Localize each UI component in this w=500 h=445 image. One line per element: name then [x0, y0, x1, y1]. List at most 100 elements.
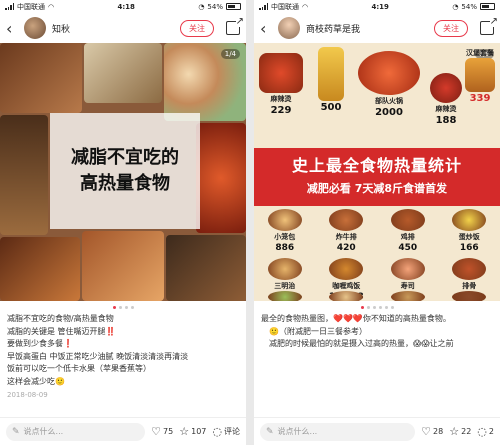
carousel-dot	[384, 306, 388, 309]
battery-percent: 54%	[207, 2, 223, 11]
pen-icon: ✎	[12, 426, 20, 437]
carousel-dot	[372, 306, 376, 309]
follow-button[interactable]: 关注	[434, 19, 468, 37]
share-icon[interactable]	[480, 17, 498, 35]
like-count: 28	[433, 427, 444, 436]
food-item	[320, 291, 374, 301]
food-picture	[390, 258, 425, 280]
food-picture	[267, 258, 302, 280]
comment-placeholder: 说点什么...	[23, 427, 64, 436]
note-line: 这样会减少吃🙂	[7, 376, 65, 386]
food-photo	[0, 115, 48, 235]
food-picture	[358, 51, 420, 95]
food-picture	[465, 58, 495, 92]
comment-input[interactable]: ✎ 说点什么...	[260, 422, 416, 441]
banner-title: 史上最全食物热量统计	[291, 156, 462, 175]
author-name[interactable]: 商枝药草是我	[306, 22, 428, 35]
back-arrow-icon[interactable]: ‹	[6, 19, 18, 38]
pen-icon: ✎	[266, 426, 274, 437]
food-calories: 229	[270, 105, 292, 116]
food-name: 排骨	[462, 282, 477, 290]
food-name: 部队火锅	[375, 97, 403, 105]
food-photo	[0, 43, 82, 113]
food-photo	[84, 43, 162, 103]
note-body: 减脂不宜吃的食物/高热量食物 减脂的关键是 管住嘴迈开腿‼️ 要做到少食多餐❗ …	[0, 309, 246, 402]
food-item: 炸牛排 420	[320, 209, 374, 253]
carrier-label: 中国联通	[17, 2, 45, 11]
alarm-icon: ◔	[198, 2, 205, 11]
food-item	[258, 291, 312, 301]
heart-icon: ♡	[421, 425, 432, 438]
food-calories: 500	[320, 102, 342, 113]
right-note-screen: 中国联通 ◠ 4:19 ◔ 54% ‹ 商枝药草是我 关注 1/8 麻辣烫 22…	[254, 0, 500, 445]
food-calories: 188	[435, 115, 457, 126]
signal-icon	[259, 3, 268, 10]
food-picture	[452, 291, 487, 301]
author-avatar[interactable]	[24, 17, 46, 39]
author-name[interactable]: 知秋	[52, 22, 174, 35]
food-picture	[329, 291, 364, 301]
collect-button[interactable]: ☆ 22	[449, 426, 471, 437]
note-header: ‹ 知秋 关注	[0, 13, 246, 43]
comment-button[interactable]: ◌ 2	[477, 426, 494, 437]
share-icon[interactable]	[226, 17, 244, 35]
food-name: 三明治	[274, 282, 296, 290]
carrier-label: 中国联通	[271, 2, 299, 11]
food-photo	[196, 123, 246, 233]
like-button[interactable]: ♡ 75	[151, 426, 173, 437]
note-line: 最全的食物热量图，❤️❤️❤️你不知道的高热量食物。	[261, 314, 451, 323]
note-line: 饭前可以吃一个低卡水果（苹果香蕉等）	[7, 364, 151, 373]
food-item: 鸡排 450	[381, 209, 435, 253]
comment-input[interactable]: ✎ 说点什么...	[6, 422, 146, 441]
star-icon: ☆	[449, 425, 460, 438]
food-name: 麻辣烫	[435, 105, 457, 113]
food-picture	[259, 53, 303, 93]
food-name: 小笼包	[274, 233, 296, 241]
follow-button[interactable]: 关注	[180, 19, 214, 37]
title-banner: 史上最全食物热量统计 减肥必看 7天减8斤食谱首发	[254, 148, 500, 206]
status-bar: 中国联通 ◠ 4:19 ◔ 54%	[254, 0, 500, 13]
battery-icon	[479, 3, 495, 10]
carousel-dot	[118, 306, 122, 309]
note-body: 最全的食物热量图，❤️❤️❤️你不知道的高热量食物。 🙂（附减肥一日三餐参考） …	[254, 309, 500, 351]
cover-title-line1: 减脂不宜吃的	[71, 147, 179, 168]
battery-percent: 54%	[461, 2, 477, 11]
battery-icon	[225, 3, 241, 10]
food-item	[381, 291, 435, 301]
wifi-icon: ◠	[302, 2, 309, 11]
food-calories: 420	[336, 243, 356, 253]
carousel-dot	[378, 306, 382, 309]
note-line: 减脂不宜吃的食物/高热量食物	[7, 314, 114, 323]
image-carousel[interactable]: 1/4 减脂不宜吃的 高热量食物	[0, 43, 246, 301]
food-photo	[0, 237, 80, 301]
carousel-dot	[130, 306, 134, 309]
food-photo	[166, 235, 246, 301]
note-header: ‹ 商枝药草是我 关注	[254, 13, 500, 43]
cover-title-box: 减脂不宜吃的 高热量食物	[50, 113, 200, 229]
like-count: 75	[163, 427, 174, 436]
carousel-dot	[124, 306, 128, 309]
comment-button[interactable]: ◌ 评论	[212, 426, 240, 437]
comment-count: 2	[488, 427, 494, 436]
collect-button[interactable]: ☆ 107	[179, 426, 206, 437]
bottom-action-bar: ✎ 说点什么... ♡ 75 ☆ 107 ◌ 评论	[0, 417, 246, 445]
carousel-dot	[366, 306, 370, 309]
comment-placeholder: 说点什么...	[277, 427, 318, 436]
food-calories: 886	[275, 243, 295, 253]
food-picture	[390, 291, 425, 301]
like-button[interactable]: ♡ 28	[421, 426, 443, 437]
left-note-screen: 中国联通 ◠ 4:18 ◔ 54% ‹ 知秋 关注 1/4 减脂不宜吃的 高热量…	[0, 0, 246, 445]
food-picture	[267, 291, 302, 301]
post-date: 2018-08-09	[7, 391, 48, 399]
food-picture	[329, 209, 364, 231]
back-arrow-icon[interactable]: ‹	[260, 19, 272, 38]
author-avatar[interactable]	[278, 17, 300, 39]
food-item	[443, 291, 497, 301]
note-line: 减脂的关键是 管住嘴迈开腿‼️	[7, 326, 116, 336]
wifi-icon: ◠	[48, 2, 55, 11]
note-line: 🙂（附减肥一日三餐参考）	[269, 326, 367, 336]
image-carousel[interactable]: 1/8 麻辣烫 229 500 部队火锅 2000 麻辣烫 188 汉堡套餐 3…	[254, 43, 500, 301]
banner-subtitle: 减肥必看 7天减8斤食谱首发	[306, 182, 448, 195]
food-name: 麻辣烫	[270, 95, 292, 103]
food-item: 500	[310, 47, 352, 113]
